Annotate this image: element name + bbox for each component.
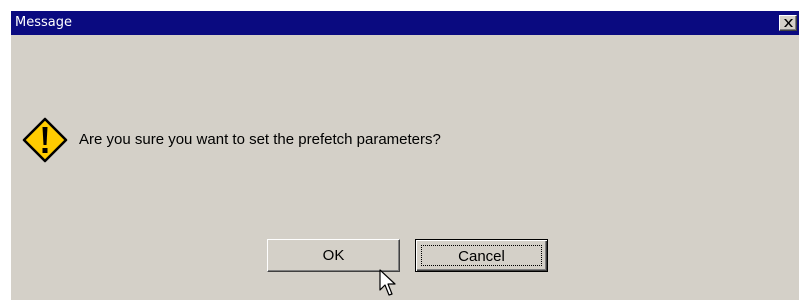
close-button[interactable] <box>779 15 797 31</box>
ok-button[interactable]: OK <box>267 239 400 272</box>
message-dialog: Message Are you sure you want to set the… <box>10 10 799 300</box>
cancel-button[interactable]: Cancel <box>415 239 548 272</box>
cancel-button-label: Cancel <box>421 245 542 266</box>
mouse-cursor-icon <box>379 269 396 296</box>
message-text: Are you sure you want to set the prefetc… <box>79 131 441 148</box>
warning-icon <box>22 117 68 163</box>
window-title: Message <box>15 15 72 30</box>
titlebar[interactable]: Message <box>11 11 799 35</box>
close-icon <box>784 19 793 27</box>
